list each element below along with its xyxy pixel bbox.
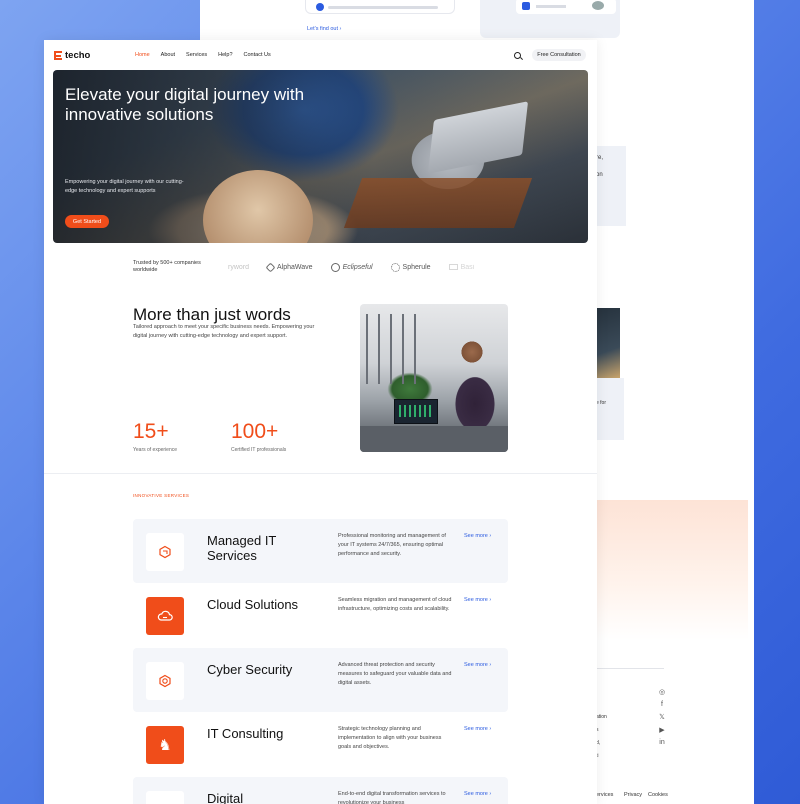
service-card-managed-it[interactable]: Managed IT Services Professional monitor… — [133, 519, 508, 583]
partner-logo: AlphaWave — [265, 262, 313, 272]
partner-logo: Basi — [448, 264, 474, 271]
service-card-cloud[interactable]: Cloud Solutions Seamless migration and m… — [133, 583, 508, 647]
avatar — [592, 1, 604, 10]
digital-icon — [146, 791, 184, 804]
linkedin-icon[interactable]: in — [656, 739, 668, 746]
hero-banner: Elevate your digital journey with innova… — [53, 70, 588, 243]
search-icon[interactable] — [514, 52, 521, 59]
footer-link[interactable]: Privacy — [624, 792, 642, 798]
nav-item-services[interactable]: Services — [186, 52, 207, 58]
stat-years: 15+ Years of experience — [133, 420, 178, 453]
find-out-link[interactable]: Let's find out › — [307, 26, 341, 32]
hero-photo-laptop — [427, 101, 529, 174]
free-consultation-button[interactable]: Free Consultation — [532, 49, 586, 61]
section-divider — [44, 473, 597, 474]
nav-menu: Home About Services Help? Contact Us — [135, 52, 282, 58]
facebook-icon[interactable]: f — [656, 701, 668, 708]
partner-logo: Spherule — [390, 262, 431, 272]
shield-icon — [146, 662, 184, 700]
partner-logo: ryword — [228, 263, 250, 271]
hero-subtitle: Empowering your digital journey with our… — [65, 179, 184, 194]
nav-item-home[interactable]: Home — [135, 52, 150, 58]
hero-photo-person — [203, 170, 313, 243]
landing-page: techo Home About Services Help? Contact … — [44, 40, 597, 804]
about-subtitle: Tailored approach to meet your specific … — [133, 324, 315, 339]
alphawave-icon — [265, 262, 276, 272]
get-started-button[interactable]: Get Started — [65, 215, 109, 228]
about-title: More than just words — [133, 305, 291, 324]
nav-item-contact[interactable]: Contact Us — [244, 52, 271, 58]
preview-side-image — [596, 308, 620, 378]
footer-link[interactable]: ervices — [596, 792, 613, 798]
logo-icon — [54, 51, 62, 60]
see-more-link[interactable]: See more › — [464, 662, 491, 668]
about-photo — [360, 304, 508, 452]
preview-gradient-block — [596, 500, 748, 640]
see-more-link[interactable]: See more › — [464, 597, 491, 603]
logo-text: techo — [65, 50, 91, 61]
x-icon[interactable]: 𝕏 — [656, 713, 668, 721]
service-card-cyber-security[interactable]: Cyber Security Advanced threat protectio… — [133, 648, 508, 712]
video-call-icon — [522, 2, 530, 10]
cloud-icon — [146, 597, 184, 635]
preview-side-text: re, on — [596, 146, 626, 226]
partner-logos: ryword AlphaWave Eclipseful Spherule Bas… — [228, 260, 508, 274]
instagram-icon[interactable]: ◎ — [656, 688, 668, 696]
stat-professionals: 100+ Certified IT professionals — [231, 420, 287, 453]
service-card-it-consulting[interactable]: ♞ IT Consulting Strategic technology pla… — [133, 712, 508, 776]
footer-item[interactable]: ation — [596, 714, 607, 720]
preview-side-caption: e for — [596, 378, 624, 440]
sphere-icon — [390, 262, 400, 272]
preview-meeting-panel — [480, 0, 620, 38]
see-more-link[interactable]: See more › — [464, 791, 491, 797]
footer-link[interactable]: Cookies — [648, 792, 668, 798]
see-more-link[interactable]: See more › — [464, 726, 491, 732]
nav-item-about[interactable]: About — [161, 52, 175, 58]
logo[interactable]: techo — [54, 50, 90, 61]
eclipse-icon — [330, 262, 340, 272]
top-nav: techo Home About Services Help? Contact … — [44, 40, 597, 70]
service-card-digital[interactable]: Digital End-to-end digital transformatio… — [133, 777, 508, 804]
stack-icon — [448, 264, 458, 270]
preview-checklist-card — [305, 0, 455, 14]
trusted-label: Trusted by 500+ companies worldwide — [133, 260, 201, 273]
check-icon — [316, 3, 324, 11]
services-eyebrow: INNOVATIVE SERVICES — [133, 493, 190, 498]
hero-title: Elevate your digital journey with innova… — [65, 85, 305, 124]
hero-photo-desk — [343, 178, 533, 228]
hexagon-icon — [146, 533, 184, 571]
partner-logo: Eclipseful — [330, 262, 373, 272]
see-more-link[interactable]: See more › — [464, 533, 491, 539]
social-links: ◎ f 𝕏 ▶ in — [656, 688, 668, 751]
youtube-icon[interactable]: ▶ — [656, 726, 668, 734]
nav-item-help[interactable]: Help? — [218, 52, 232, 58]
chess-knight-icon: ♞ — [146, 726, 184, 764]
